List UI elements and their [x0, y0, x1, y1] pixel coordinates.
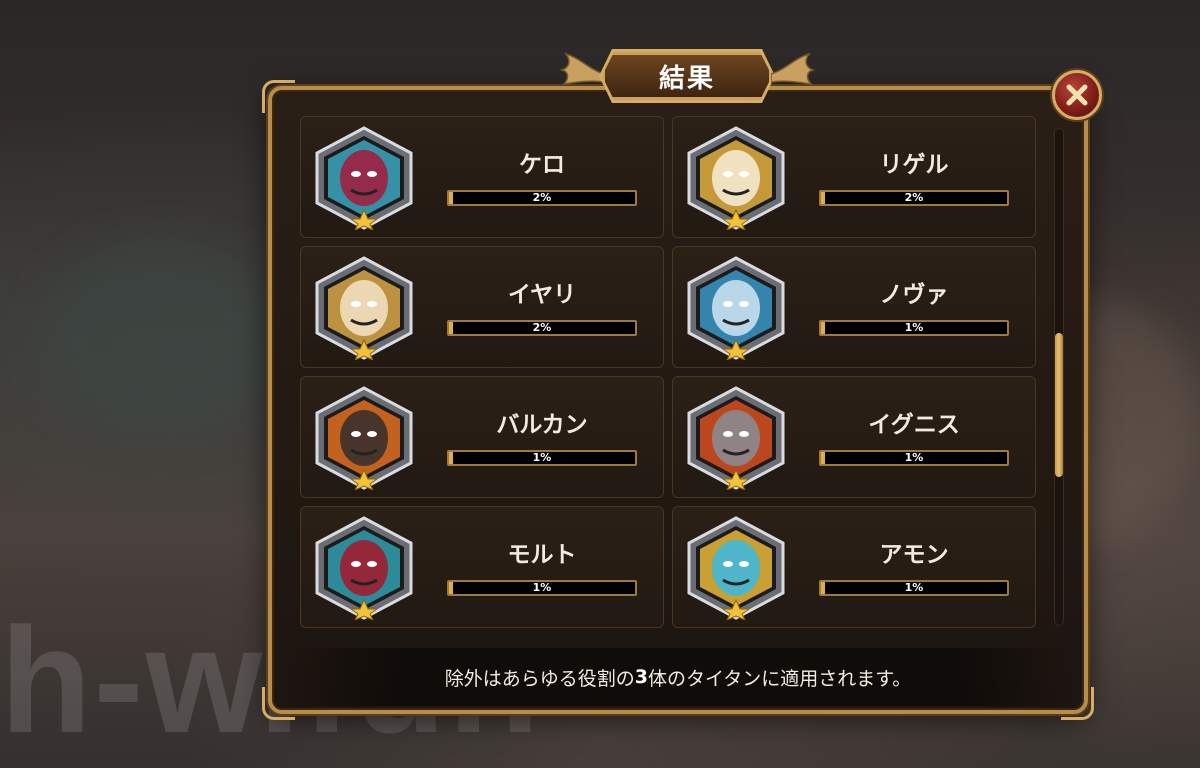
hero-card[interactable]: バルカン 1% — [300, 376, 664, 498]
hero-card[interactable]: イグニス 1% — [672, 376, 1036, 498]
hero-portrait — [687, 386, 785, 490]
hero-portrait — [687, 256, 785, 360]
pick-rate-bar: 2% — [447, 190, 637, 206]
scrollbar-thumb[interactable] — [1055, 333, 1063, 478]
hero-portrait — [315, 256, 413, 360]
hero-portrait — [315, 126, 413, 230]
pick-rate-label: 1% — [904, 581, 924, 594]
close-x-icon — [1066, 84, 1088, 106]
pick-rate-label: 1% — [904, 451, 924, 464]
pick-rate-bar: 1% — [819, 450, 1009, 466]
pick-rate-label: 2% — [532, 191, 552, 204]
hero-name: イグニス — [868, 412, 960, 438]
footer-text-after: 体のタイタンに適用されます。 — [647, 667, 912, 690]
right-wing-ornament-icon — [771, 52, 815, 86]
hero-name: アモン — [879, 542, 949, 568]
hero-name: バルカン — [496, 412, 588, 438]
dialog-title: 結果 — [602, 52, 772, 100]
hero-portrait — [687, 516, 785, 620]
background-blur — [40, 240, 280, 440]
hero-card[interactable]: アモン 1% — [672, 506, 1036, 628]
hero-card[interactable]: ケロ 2% — [300, 116, 664, 238]
pick-rate-bar: 1% — [447, 580, 637, 596]
pick-rate-bar: 1% — [819, 320, 1009, 336]
corner-ornament — [262, 80, 295, 113]
hero-name: ノヴァ — [879, 282, 949, 308]
pick-rate-bar: 1% — [819, 580, 1009, 596]
pick-rate-bar: 1% — [447, 450, 637, 466]
pick-rate-label: 2% — [532, 321, 552, 334]
pick-rate-label: 2% — [904, 191, 924, 204]
hero-portrait — [687, 126, 785, 230]
hero-portrait — [315, 386, 413, 490]
pick-rate-label: 1% — [532, 451, 552, 464]
pick-rate-bar: 2% — [819, 190, 1009, 206]
close-button[interactable] — [1052, 70, 1102, 120]
hero-card[interactable]: イヤリ 2% — [300, 246, 664, 368]
footer-text-before: 除外はあらゆる役割の — [444, 667, 635, 690]
hero-results-grid: ケロ 2% リゲル 2% イヤリ 2% ノヴァ 1% バルカン 1% イグニス … — [300, 116, 1036, 628]
footer-text-count: 3 — [634, 666, 648, 688]
scrollbar-track[interactable] — [1054, 128, 1064, 626]
hero-card[interactable]: リゲル 2% — [672, 116, 1036, 238]
hero-name: ケロ — [519, 152, 565, 178]
pick-rate-label: 1% — [532, 581, 552, 594]
exclusion-note: 除外はあらゆる役割の 3 体のタイタンに適用されます。 — [278, 648, 1078, 706]
hero-name: リゲル — [879, 152, 949, 178]
hero-name: モルト — [507, 542, 577, 568]
pick-rate-label: 1% — [904, 321, 924, 334]
hero-card[interactable]: ノヴァ 1% — [672, 246, 1036, 368]
left-wing-ornament-icon — [560, 52, 604, 86]
hero-portrait — [315, 516, 413, 620]
hero-card[interactable]: モルト 1% — [300, 506, 664, 628]
pick-rate-bar: 2% — [447, 320, 637, 336]
dialog-title-banner: 結果 — [560, 48, 815, 108]
hero-name: イヤリ — [507, 282, 577, 308]
